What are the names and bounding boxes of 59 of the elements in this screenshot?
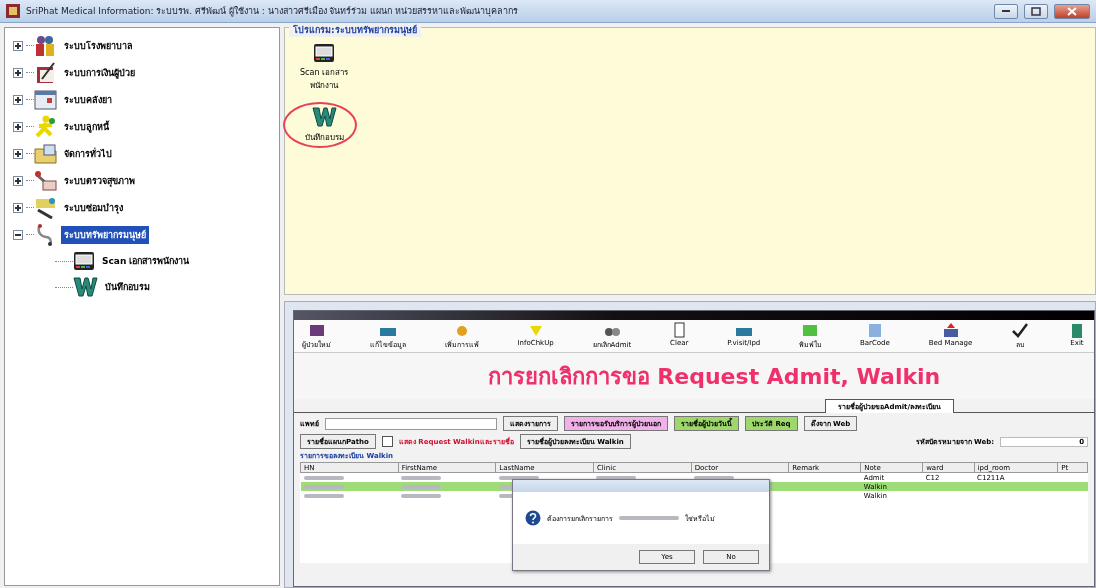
- minimize-icon: [1002, 10, 1010, 12]
- plus-icon: [14, 122, 22, 131]
- tree-item[interactable]: ระบบการเงินผู้ป่วย: [61, 63, 138, 82]
- blurred-text: [498, 475, 539, 480]
- shortcut-label[interactable]: Scan เอกสาร พนักงาน: [298, 66, 350, 92]
- letter-w-icon: [311, 106, 337, 128]
- banner-heading: การยกเลิกการขอ Request Admit, Walkin: [487, 362, 941, 391]
- calendar-icon: [34, 88, 57, 111]
- letter-w-icon: [73, 276, 98, 298]
- scanner-icon: [313, 43, 335, 63]
- tree-item[interactable]: ระบบโรงพยาบาล: [61, 36, 136, 55]
- plus-icon: [14, 149, 22, 158]
- expand-toggle[interactable]: [13, 94, 23, 105]
- close-icon: [1067, 6, 1077, 16]
- tree-item[interactable]: Scan เอกสารพนักงาน: [99, 252, 193, 270]
- checkbox[interactable]: [381, 436, 393, 447]
- folder-icon: [34, 142, 57, 165]
- blurred-text: [401, 475, 442, 480]
- plus-icon: [14, 203, 22, 212]
- window-title: SriPhat Medical Information: ระบบรพ. ศรีพัฒน์ ผู้ใช้งาน : นางสาวศรีเมือง จันทร์ร่วม แผนก หน่วยสรรหาและพัฒนาบุคลากร: [26, 5, 520, 18]
- expand-toggle[interactable]: [13, 148, 23, 159]
- shortcut-label[interactable]: บันทึกอบรม: [298, 131, 350, 144]
- tree-item[interactable]: ระบบตรวจสุขภาพ: [61, 171, 138, 190]
- plus-icon: [14, 41, 22, 50]
- blurred-text: [694, 475, 735, 480]
- blurred-text: [596, 475, 637, 480]
- expand-toggle[interactable]: [13, 40, 23, 51]
- blurred-text: [401, 493, 442, 498]
- tree-item[interactable]: ระบบซ่อมบำรุง: [61, 198, 126, 217]
- tree-item[interactable]: ระบบลูกหนี้: [61, 117, 112, 136]
- blurred-text: [619, 516, 679, 520]
- tree-item[interactable]: จัดการทั่วไป: [61, 144, 115, 163]
- blurred-text: [303, 484, 344, 489]
- question-icon: [525, 510, 541, 526]
- pen-paper-icon: [34, 61, 57, 84]
- tree-item[interactable]: บันทึกอบรม: [102, 278, 153, 296]
- plus-icon: [14, 95, 22, 104]
- plus-icon: [14, 176, 22, 185]
- tree-item[interactable]: ระบบทรัพยากรมนุษย์: [61, 225, 149, 244]
- collapse-toggle[interactable]: [13, 229, 23, 240]
- maximize-icon: [1031, 6, 1041, 16]
- panel-title: โปรแกรม:ระบบทรัพยากรมนุษย์: [289, 23, 421, 37]
- expand-toggle[interactable]: [13, 67, 23, 78]
- close-button[interactable]: [1054, 3, 1090, 19]
- blurred-text: [303, 493, 344, 498]
- scanner-icon: [73, 251, 95, 271]
- expand-toggle[interactable]: [13, 202, 23, 213]
- expand-toggle[interactable]: [13, 121, 23, 132]
- people-icon: [34, 34, 57, 57]
- minimize-button[interactable]: [994, 3, 1018, 19]
- expand-toggle[interactable]: [13, 175, 23, 186]
- tree-item[interactable]: ระบบคลังยา: [61, 90, 115, 109]
- blurred-text: [303, 475, 344, 480]
- plus-icon: [14, 68, 22, 77]
- running-figure-icon: [34, 115, 57, 138]
- blurred-text: [401, 484, 442, 489]
- app-icon: [6, 4, 20, 18]
- maximize-button[interactable]: [1024, 3, 1048, 19]
- doctor-dropdown[interactable]: [325, 417, 497, 430]
